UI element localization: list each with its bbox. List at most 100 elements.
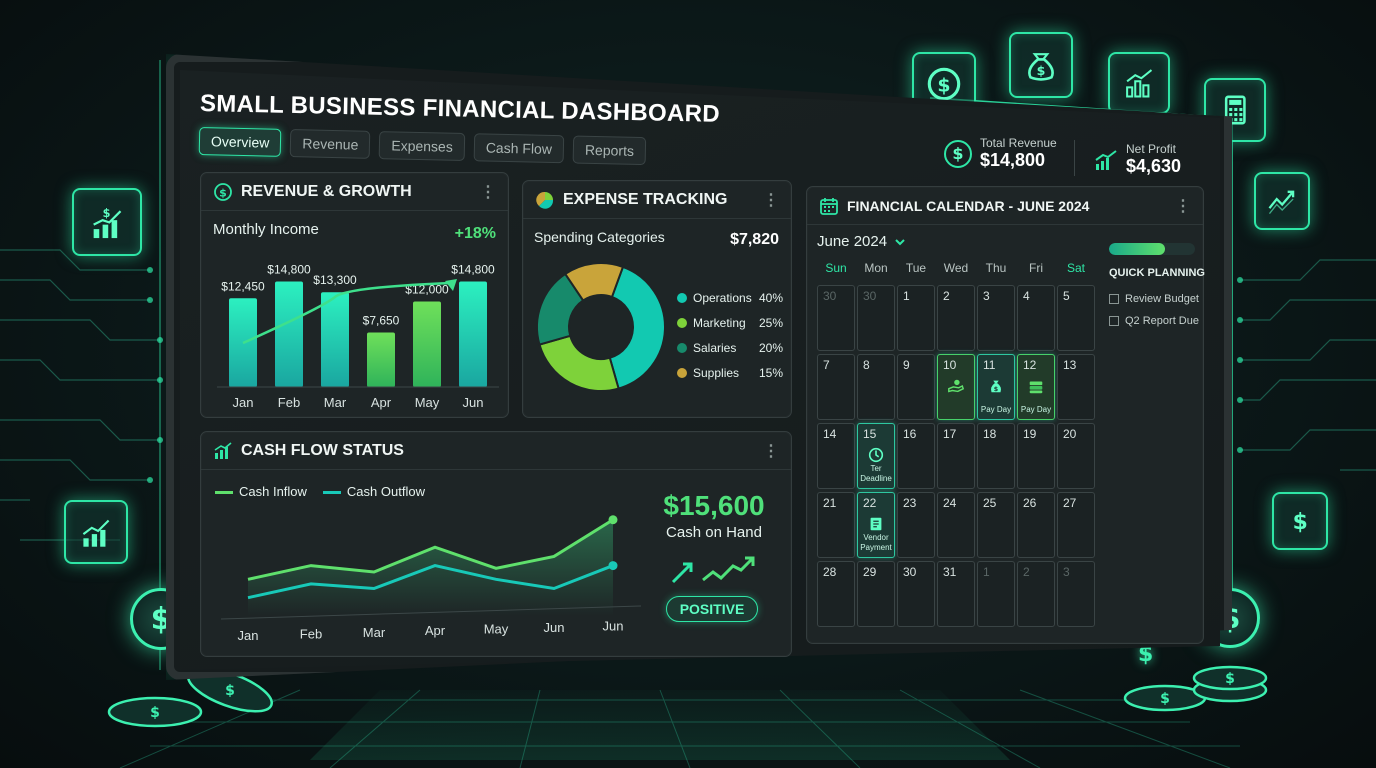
more-options-icon[interactable]: ⋮ [480, 182, 496, 202]
calendar-day[interactable]: 13 [1057, 354, 1095, 420]
day-number: 20 [1063, 427, 1077, 441]
floating-bar-chart-tile [1108, 52, 1170, 114]
growth-chart-icon: $ [93, 206, 122, 238]
calendar-day[interactable]: 20 [1057, 423, 1095, 489]
calendar-grid: 30 30 1 2 3 4 5 7 8 9 10 11 $ Pay Day 12 Pay Day 13 14 15 T… [817, 285, 1095, 627]
floating-growth-chart-tile-left: $ [72, 188, 142, 256]
day-number: 21 [823, 496, 837, 510]
x-tick-label: Jun [544, 620, 565, 635]
kpi-divider [1074, 140, 1075, 176]
calendar-day-event[interactable]: 15 Ter Deadline [857, 423, 895, 489]
growth-badge: +18% [454, 225, 496, 242]
calendar-day-event[interactable]: 22 Vendor Payment [857, 492, 895, 558]
calendar-day[interactable]: 1 [977, 561, 1015, 627]
weekday-label: Sun [825, 261, 847, 275]
calendar-day[interactable]: 19 [1017, 423, 1055, 489]
day-number: 24 [943, 496, 957, 510]
day-number: 1 [903, 289, 910, 303]
checkbox[interactable] [1109, 316, 1119, 326]
invoice-icon [867, 515, 885, 533]
tab-revenue[interactable]: Revenue [290, 129, 371, 159]
checkbox[interactable] [1109, 294, 1119, 304]
panel-title: CASH FLOW STATUS [241, 441, 404, 459]
weekday-label: Sat [1066, 261, 1085, 275]
x-tick-label: May [484, 622, 509, 637]
calendar-day[interactable]: 21 [817, 492, 855, 558]
calendar-day[interactable]: 25 [977, 492, 1015, 558]
day-number: 28 [823, 565, 837, 579]
calendar-day[interactable]: 14 [817, 423, 855, 489]
day-number: 31 [943, 565, 957, 579]
calendar-day[interactable]: 17 [937, 423, 975, 489]
calendar-day[interactable]: 16 [897, 423, 935, 489]
x-tick-label: Mar [324, 395, 347, 410]
series-end-point [608, 515, 618, 525]
calendar-day[interactable]: 30 [897, 561, 935, 627]
calendar-day-event[interactable]: 12 Pay Day [1017, 354, 1055, 420]
bar-data-label: $14,800 [451, 263, 495, 277]
expense-tracking-panel: EXPENSE TRACKING ⋮ Spending Categories $… [522, 180, 792, 418]
x-tick-label: May [415, 395, 440, 410]
tab-expenses[interactable]: Expenses [379, 131, 466, 162]
day-number: 30 [823, 289, 837, 303]
cash-flow-panel: CASH FLOW STATUS ⋮ Cash Inflow Cash Outf… [200, 431, 792, 657]
bar-mar [321, 292, 349, 387]
calendar-day-event[interactable]: 10 [937, 354, 975, 420]
calendar-day-event[interactable]: 11 $ Pay Day [977, 354, 1015, 420]
calendar-day[interactable]: 1 [897, 285, 935, 351]
calendar-day[interactable]: 24 [937, 492, 975, 558]
calendar-day[interactable]: 2 [937, 285, 975, 351]
checklist-item-q2-report[interactable]: Q2 Report Due [1109, 315, 1199, 327]
calendar-day[interactable]: 18 [977, 423, 1015, 489]
calendar-day[interactable]: 28 [817, 561, 855, 627]
calendar-day[interactable]: 2 [1017, 561, 1055, 627]
calendar-day[interactable]: 3 [1057, 561, 1095, 627]
cash-stack-icon [1027, 377, 1045, 395]
legend-swatch [677, 342, 687, 353]
more-options-icon[interactable]: ⋮ [763, 441, 779, 461]
calendar-day[interactable]: 31 [937, 561, 975, 627]
more-options-icon[interactable]: ⋮ [763, 190, 779, 210]
legend-swatch [677, 317, 687, 328]
calendar-day[interactable]: 30 [817, 285, 855, 351]
clock-icon [867, 446, 885, 464]
calendar-day[interactable]: 8 [857, 354, 895, 420]
calendar-day[interactable]: 4 [1017, 285, 1055, 351]
tab-reports[interactable]: Reports [572, 135, 647, 166]
floating-money-bag-tile: $ [1009, 32, 1073, 98]
calendar-day[interactable]: 30 [857, 285, 895, 351]
calendar-day[interactable]: 3 [977, 285, 1015, 351]
x-tick-label: Jun [603, 618, 624, 633]
legend-item-supplies: Supplies 15% [677, 360, 783, 385]
calendar-day[interactable]: 23 [897, 492, 935, 558]
revenue-growth-panel: $ REVENUE & GROWTH ⋮ Monthly Income +18%… [200, 172, 509, 418]
trend-up-icon [1268, 190, 1295, 215]
calendar-day[interactable]: 9 [897, 354, 935, 420]
calendar-day[interactable]: 5 [1057, 285, 1095, 351]
month-selector[interactable]: June 2024 [817, 233, 905, 250]
x-tick-label: Jun [463, 395, 484, 410]
calendar-day[interactable]: 26 [1017, 492, 1055, 558]
event-label: Ter Deadline [860, 464, 892, 483]
dollar-icon: $ [214, 182, 232, 201]
day-number: 2 [943, 289, 950, 303]
svg-text:$: $ [219, 186, 227, 199]
expense-legend: Operations 40% Marketing 25% Salaries 20% Supp… [677, 285, 783, 385]
weekday-label: Fri [1029, 261, 1043, 275]
more-options-icon[interactable]: ⋮ [1175, 196, 1191, 216]
tab-cash-flow[interactable]: Cash Flow [473, 133, 565, 164]
tab-overview[interactable]: Overview [198, 127, 282, 157]
x-tick-label: Jan [238, 628, 259, 643]
slice-marketing [538, 334, 620, 392]
day-number: 16 [903, 427, 917, 441]
day-number: 27 [1063, 496, 1077, 510]
calendar-day[interactable]: 27 [1057, 492, 1095, 558]
growth-chart-icon [82, 519, 110, 547]
x-tick-label: Feb [300, 626, 322, 641]
event-label: Pay Day [1020, 405, 1052, 414]
calendar-day[interactable]: 29 [857, 561, 895, 627]
day-number: 11 [983, 358, 996, 372]
calendar-day[interactable]: 7 [817, 354, 855, 420]
checklist-item-review-budget[interactable]: Review Budget [1109, 293, 1199, 305]
svg-text:$: $ [1037, 63, 1046, 78]
